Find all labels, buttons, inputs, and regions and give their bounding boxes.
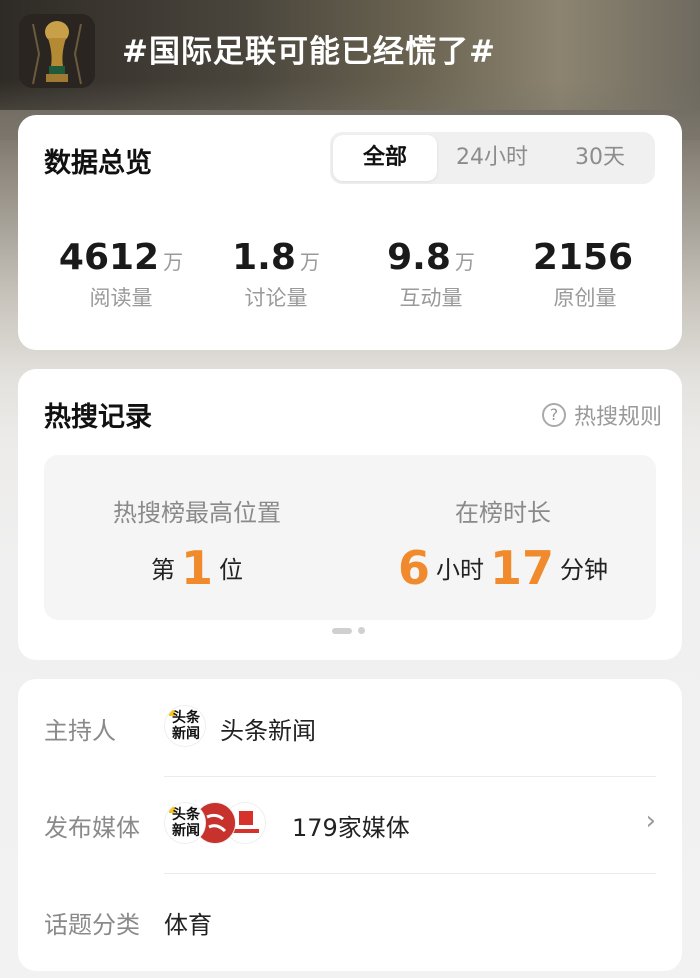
logo-text: 头条新闻 <box>172 807 200 839</box>
category-label: 话题分类 <box>44 911 140 939</box>
peak-position: 热搜榜最高位置 第1位 <box>44 455 350 620</box>
chevron-right-icon[interactable]: › <box>646 806 656 836</box>
duration-value-row: 6 小时 17 分钟 <box>350 541 656 595</box>
media-label: 发布媒体 <box>44 814 140 842</box>
stat-label: 讨论量 <box>244 286 308 310</box>
stat-value: 9.8 <box>387 237 451 278</box>
overview-title: 数据总览 <box>44 148 152 179</box>
page-indicator <box>332 627 365 634</box>
peak-prefix: 第 <box>150 556 175 584</box>
stat-originals: 2156 原创量 <box>510 237 660 312</box>
page-dot <box>358 627 365 634</box>
question-icon: ? <box>541 403 566 427</box>
topic-info-card: 主持人 头条新闻 头条新闻 发布媒体 头条新闻 179家媒体 › 话题分类 体育 <box>18 679 682 971</box>
category-value[interactable]: 体育 <box>164 905 212 940</box>
duration-label: 在榜时长 <box>455 499 551 527</box>
stat-label: 互动量 <box>399 286 463 310</box>
hot-search-card: 热搜记录 ? 热搜规则 热搜榜最高位置 第1位 在榜时长 6 小时 17 分钟 <box>18 369 682 660</box>
stat-reads: 4612 万 阅读量 <box>46 237 196 312</box>
host-name[interactable]: 头条新闻 <box>220 711 316 746</box>
hours-value: 6 <box>397 541 430 595</box>
peak-suffix: 位 <box>219 556 243 584</box>
tab-30d[interactable]: 30天 <box>548 135 652 181</box>
peak-value: 1 <box>180 541 213 595</box>
stat-value: 1.8 <box>232 237 296 278</box>
rules-label: 热搜规则 <box>573 405 662 430</box>
hot-search-rules-link[interactable]: ? 热搜规则 <box>541 399 662 431</box>
hot-search-title: 热搜记录 <box>44 402 152 433</box>
stat-unit: 万 <box>454 250 475 274</box>
trophy-icon <box>19 14 95 88</box>
stat-discussions: 1.8 万 讨论量 <box>201 237 351 312</box>
stat-interactions: 9.8 万 互动量 <box>356 237 506 312</box>
stat-label: 阅读量 <box>89 286 153 310</box>
media-row[interactable]: 发布媒体 头条新闻 179家媒体 › <box>18 776 682 872</box>
media-count: 179家媒体 <box>292 814 410 842</box>
toutiao-news-logo: 头条新闻 <box>164 705 206 747</box>
host-row: 主持人 头条新闻 头条新闻 <box>18 679 682 775</box>
stat-value: 4612 <box>58 237 160 278</box>
minutes-unit: 分钟 <box>560 556 609 584</box>
stat-value: 2156 <box>532 237 634 278</box>
page-dot-active <box>332 627 352 634</box>
minutes-value: 17 <box>490 541 555 595</box>
hot-search-stats: 热搜榜最高位置 第1位 在榜时长 6 小时 17 分钟 <box>44 455 656 620</box>
topic-title: #国际足联可能已经慌了# <box>122 34 496 70</box>
peak-label: 热搜榜最高位置 <box>113 499 281 527</box>
stat-unit: 万 <box>163 250 184 274</box>
toutiao-news-avatar: 头条新闻 <box>164 802 206 844</box>
overview-card: 数据总览 全部 24小时 30天 4612 万 阅读量 1.8 万 讨论量 9.8 万… <box>18 115 682 350</box>
time-range-tabs: 全部 24小时 30天 <box>330 132 655 184</box>
stat-unit: 万 <box>299 250 320 274</box>
host-label: 主持人 <box>44 717 116 745</box>
stat-label: 原创量 <box>553 286 617 310</box>
category-row: 话题分类 体育 <box>18 873 682 969</box>
tab-all[interactable]: 全部 <box>333 135 437 181</box>
peak-value-row: 第1位 <box>44 541 350 595</box>
logo-text: 头条新闻 <box>172 710 200 742</box>
tab-24h[interactable]: 24小时 <box>440 135 544 181</box>
on-board-duration: 在榜时长 6 小时 17 分钟 <box>350 455 656 620</box>
hours-unit: 小时 <box>436 556 484 584</box>
